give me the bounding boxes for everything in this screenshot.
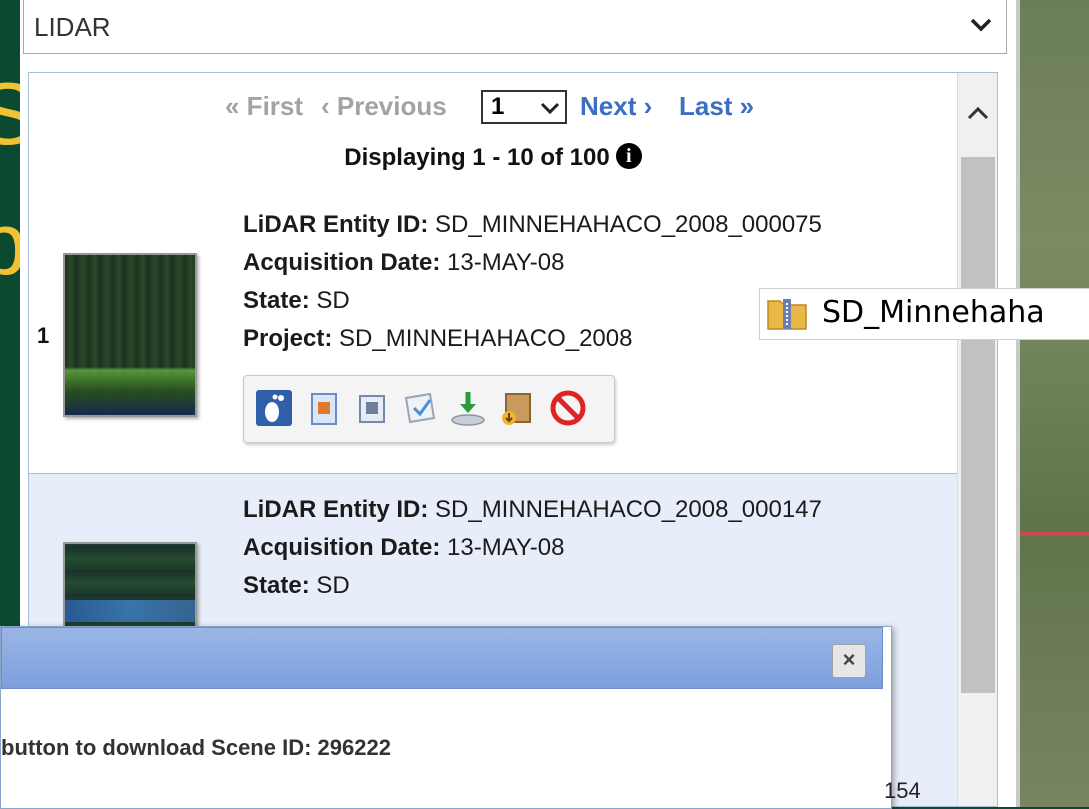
- bulk-download-icon[interactable]: [496, 388, 536, 428]
- order-icon[interactable]: [400, 388, 440, 428]
- exclude-icon[interactable]: [548, 388, 588, 428]
- dialog-message: button to download Scene ID: 296222: [1, 735, 391, 760]
- info-icon[interactable]: i: [615, 143, 642, 169]
- row-fragment-text: 154: [884, 778, 921, 803]
- acquisition-date-value: 13-MAY-08: [447, 249, 565, 276]
- chevron-down-icon[interactable]: [966, 10, 996, 40]
- entity-id-label: LiDAR Entity ID:: [243, 211, 429, 238]
- metadata-icon[interactable]: [304, 388, 344, 428]
- page-select[interactable]: 1: [481, 90, 567, 124]
- state-label: State:: [243, 572, 310, 599]
- dataset-select[interactable]: LIDAR: [23, 0, 1007, 54]
- footprint-icon[interactable]: [254, 388, 294, 428]
- scrollbar-thumb[interactable]: [961, 157, 995, 693]
- state-value: SD: [316, 287, 350, 314]
- project-label: Project:: [243, 325, 333, 352]
- acquisition-date-label: Acquisition Date:: [243, 534, 441, 561]
- chevron-down-icon: [540, 102, 560, 115]
- results-count: Displaying 1 - 10 of 100 i: [29, 143, 957, 172]
- last-page-link[interactable]: Last »: [679, 91, 754, 122]
- download-icon[interactable]: [448, 388, 488, 428]
- result-actions-toolbar: [243, 375, 615, 443]
- results-count-text: Displaying 1 - 10 of 100: [344, 144, 610, 171]
- scroll-up-icon[interactable]: [966, 103, 990, 123]
- map-view[interactable]: [1016, 0, 1089, 807]
- entity-id-value: SD_MINNEHAHACO_2008_000147: [435, 496, 822, 523]
- state-value: SD: [316, 572, 350, 599]
- zip-folder-name: SD_Minnehaha: [822, 295, 1045, 330]
- next-page-link[interactable]: Next ›: [580, 91, 652, 122]
- close-button[interactable]: ×: [832, 644, 866, 678]
- pagination-bar: « First ‹ Previous 1 Next › Last » Displ…: [29, 73, 957, 190]
- zip-folder-icon: [767, 299, 807, 330]
- zip-folder-item[interactable]: SD_Minnehaha: [759, 288, 1089, 340]
- dataset-select-value: LIDAR: [34, 12, 111, 42]
- state-label: State:: [243, 287, 310, 314]
- result-details: LiDAR Entity ID: SD_MINNEHAHACO_2008_000…: [243, 211, 822, 363]
- dialog-header: ×: [1, 627, 883, 689]
- acquisition-date-label: Acquisition Date:: [243, 249, 441, 276]
- first-page-link: « First: [225, 91, 304, 121]
- download-dialog: × button to download Scene ID: 296222: [0, 626, 892, 809]
- compare-icon[interactable]: [352, 388, 392, 428]
- scrollbar[interactable]: [957, 73, 997, 806]
- entity-id-value: SD_MINNEHAHACO_2008_000075: [435, 211, 822, 238]
- acquisition-date-value: 13-MAY-08: [447, 534, 565, 561]
- map-road: [1020, 532, 1089, 536]
- page-select-value: 1: [491, 93, 505, 120]
- scene-thumbnail[interactable]: [63, 253, 197, 417]
- project-value: SD_MINNEHAHACO_2008: [339, 325, 633, 352]
- row-number: 1: [37, 323, 50, 348]
- entity-id-label: LiDAR Entity ID:: [243, 496, 429, 523]
- previous-page-link: ‹ Previous: [321, 91, 447, 121]
- result-details: LiDAR Entity ID: SD_MINNEHAHACO_2008_000…: [243, 496, 822, 610]
